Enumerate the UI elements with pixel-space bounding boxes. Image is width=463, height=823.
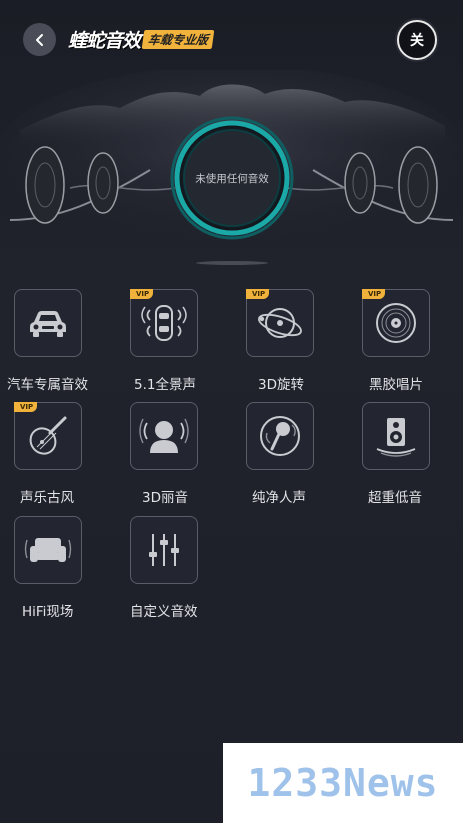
brand-badge: 车载专业版 [141,29,215,49]
brand-name: 蝰蛇音效 [68,29,141,52]
effect-label: 自定义音效 [130,604,198,620]
effect-tile[interactable]: VIP [362,289,430,357]
effect-tile[interactable] [362,402,430,470]
effect-label: 超重低音 [368,490,422,506]
speaker-icon [376,418,416,457]
sofa-icon [24,538,72,562]
effect-tile[interactable] [130,402,198,470]
effect-tile[interactable]: VIP [14,402,82,470]
pipa-icon [29,416,67,455]
vip-badge: VIP [246,289,270,299]
effect-label: 纯净人声 [252,490,306,506]
effect-label: 3D丽音 [142,490,188,506]
effect-item-car[interactable]: 汽车专属音效 [7,289,114,399]
effect-item-3d-rotate[interactable]: VIP 3D旋转 [246,289,346,399]
orbit-icon [258,308,302,338]
microphone-icon [260,416,300,456]
effect-label: 汽车专属音效 [7,377,88,393]
effect-status-indicator[interactable]: 未使用任何音效 [173,119,291,237]
watermark-text: 1233News [247,761,439,805]
effect-tile[interactable]: VIP [246,289,314,357]
visualizer-stage: 未使用任何音效 [0,70,463,270]
effect-item-bass[interactable]: 超重低音 [362,402,462,512]
effect-tile[interactable] [130,516,198,584]
effect-label: 黑胶唱片 [369,377,423,393]
header: 蝰蛇音效 车载专业版 关 [0,0,463,78]
chevron-left-icon [35,33,43,46]
head-icon [139,418,189,453]
effect-label: 5.1全景声 [134,377,196,393]
effect-label: 声乐古风 [20,490,74,506]
effect-tile[interactable] [14,289,82,357]
vip-badge: VIP [130,289,154,299]
watermark: 1233News [223,743,463,823]
effect-item-hifi-live[interactable]: HiFi现场 [14,516,114,626]
effect-item-vinyl[interactable]: VIP 黑胶唱片 [362,289,462,399]
effect-label: 3D旋转 [258,377,304,393]
effect-status-text: 未使用任何音效 [195,172,269,185]
surround-car-icon [141,305,187,341]
equalizer-icon [149,534,179,566]
car-icon [30,311,66,337]
effect-item-3d-liyin[interactable]: 3D丽音 [130,402,230,512]
vip-badge: VIP [362,289,386,299]
effect-item-custom[interactable]: 自定义音效 [130,516,230,626]
vip-badge: VIP [14,402,38,412]
effect-tile[interactable] [14,516,82,584]
brand-logo: 蝰蛇音效 车载专业版 [68,26,215,52]
power-toggle-button[interactable]: 关 [397,20,437,60]
effect-item-guofeng[interactable]: VIP 声乐古风 [14,402,114,512]
effect-label: HiFi现场 [22,604,74,620]
vinyl-icon [376,303,416,343]
effect-item-surround[interactable]: VIP 5.1全景声 [130,289,230,399]
back-button[interactable] [23,23,56,56]
effect-tile[interactable]: VIP [130,289,198,357]
sound-effects-screen: 蝰蛇音效 车载专业版 关 未使用任何音效 汽车专属音效 VIP 5.1全景声 V… [0,0,463,823]
effect-tile[interactable] [246,402,314,470]
effect-item-pure-vocal[interactable]: 纯净人声 [246,402,346,512]
